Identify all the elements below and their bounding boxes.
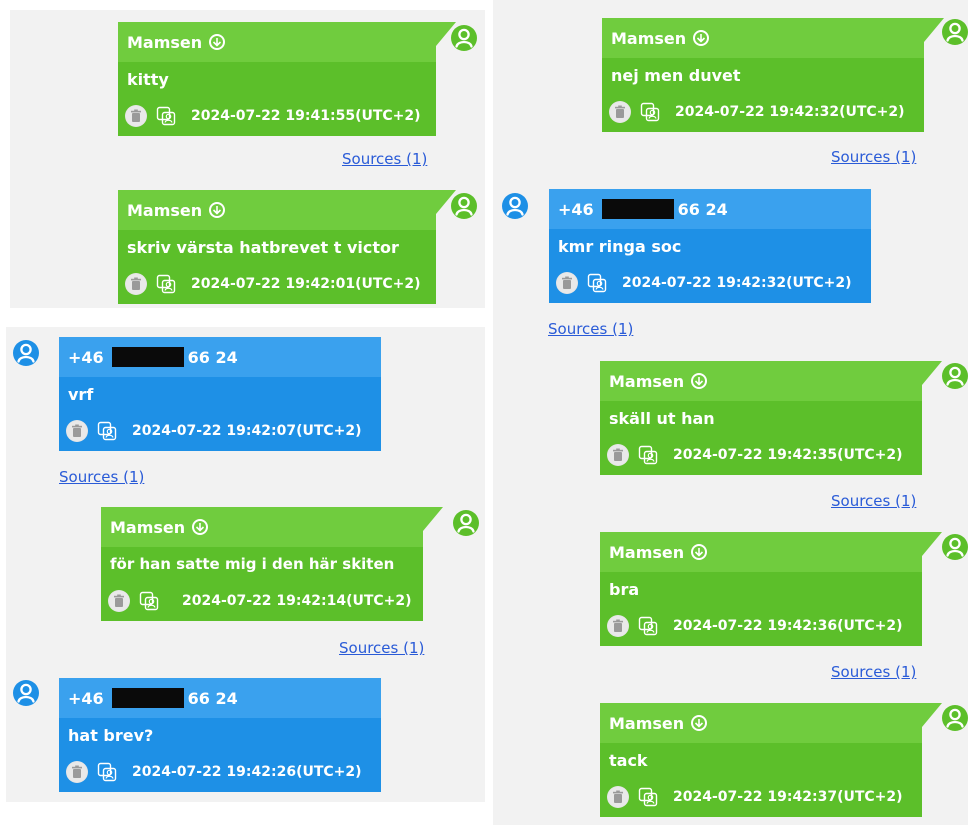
chat-panel-bottom-left: +46 66 24 vrf 2024-07-22 19:42:07(UTC+2) …: [6, 327, 485, 802]
forwarded-icon: [208, 201, 226, 219]
trash-icon[interactable]: [108, 590, 130, 612]
user-avatar-icon: [941, 704, 968, 732]
message-timestamp: 2024-07-22 19:42:01(UTC+2): [191, 276, 421, 292]
message-bubble: Mamsen skäll ut han 2024-07-22 19:42:35(…: [600, 361, 942, 475]
message-text: vrf: [68, 384, 94, 404]
copy-icon[interactable]: [637, 786, 659, 808]
trash-icon[interactable]: [556, 272, 578, 294]
message-text: kitty: [127, 69, 169, 89]
redaction-bar: [601, 199, 674, 219]
sender-name: Mamsen: [127, 32, 203, 52]
sender-name: Mamsen: [609, 371, 685, 391]
forwarded-icon: [208, 33, 226, 51]
forwarded-icon: [690, 543, 708, 561]
message-bubble: +46 66 24 vrf 2024-07-22 19:42:07(UTC+2): [59, 337, 381, 451]
message-bubble: Mamsen skriv värsta hatbrevet t victor 2…: [118, 190, 456, 304]
copy-icon[interactable]: [637, 444, 659, 466]
copy-icon[interactable]: [639, 101, 661, 123]
sender-number-suffix: 66 24: [677, 199, 728, 219]
copy-icon[interactable]: [586, 272, 608, 294]
sender-number-suffix: 66 24: [187, 347, 238, 367]
trash-icon[interactable]: [66, 420, 88, 442]
sources-link[interactable]: Sources (1): [831, 492, 916, 510]
message-bubble: +46 66 24 hat brev? 2024-07-22 19:42:26(U…: [59, 678, 381, 792]
message-text: för han satte mig i den här skiten: [110, 555, 395, 573]
user-avatar-icon: [941, 18, 968, 46]
message-timestamp: 2024-07-22 19:42:36(UTC+2): [673, 618, 903, 634]
copy-icon[interactable]: [96, 761, 118, 783]
trash-icon[interactable]: [607, 444, 629, 466]
chat-panel-top-left: Mamsen kitty 2024-07-22 19:41:55(UTC+2) …: [10, 10, 485, 308]
message-text: skäll ut han: [609, 408, 715, 428]
copy-icon[interactable]: [155, 105, 177, 127]
user-avatar-icon: [941, 362, 968, 390]
message-timestamp: 2024-07-22 19:42:32(UTC+2): [675, 104, 905, 120]
sender-number-prefix: +46: [558, 199, 594, 219]
trash-icon[interactable]: [609, 101, 631, 123]
sources-link[interactable]: Sources (1): [548, 320, 633, 338]
message-text: bra: [609, 579, 640, 599]
message-bubble: Mamsen bra 2024-07-22 19:42:36(UTC+2): [600, 532, 942, 646]
message-bubble: Mamsen tack 2024-07-22 19:42:37(UTC+2): [600, 703, 942, 817]
forwarded-icon: [690, 372, 708, 390]
message-text: kmr ringa soc: [558, 236, 682, 256]
message-timestamp: 2024-07-22 19:42:35(UTC+2): [673, 447, 903, 463]
sources-link[interactable]: Sources (1): [342, 150, 427, 168]
sender-name: Mamsen: [110, 517, 186, 537]
message-text: skriv värsta hatbrevet t victor: [127, 237, 399, 257]
sender-number-suffix: 66 24: [187, 688, 238, 708]
user-avatar-icon: [450, 24, 478, 52]
redaction-bar: [111, 688, 184, 708]
copy-icon[interactable]: [155, 273, 177, 295]
user-avatar-icon: [12, 339, 40, 367]
message-timestamp: 2024-07-22 19:42:14(UTC+2): [182, 593, 412, 609]
message-timestamp: 2024-07-22 19:42:32(UTC+2): [622, 275, 852, 291]
copy-icon[interactable]: [138, 590, 160, 612]
user-avatar-icon: [941, 533, 968, 561]
chat-panel-right: Mamsen nej men duvet 2024-07-22 19:42:32…: [493, 0, 968, 825]
trash-icon[interactable]: [125, 105, 147, 127]
message-timestamp: 2024-07-22 19:42:26(UTC+2): [132, 764, 362, 780]
sender-number-prefix: +46: [68, 688, 104, 708]
sources-link[interactable]: Sources (1): [831, 663, 916, 681]
message-text: tack: [609, 750, 648, 770]
sender-name: Mamsen: [611, 28, 687, 48]
forwarded-icon: [690, 714, 708, 732]
trash-icon[interactable]: [66, 761, 88, 783]
forwarded-icon: [692, 29, 710, 47]
copy-icon[interactable]: [637, 615, 659, 637]
message-bubble: +46 66 24 kmr ringa soc 2024-07-22 19:42:…: [549, 189, 871, 303]
sender-name: Mamsen: [609, 542, 685, 562]
message-bubble: Mamsen nej men duvet 2024-07-22 19:42:32…: [602, 18, 944, 132]
copy-icon[interactable]: [96, 420, 118, 442]
message-text: nej men duvet: [611, 65, 741, 85]
sender-name: Mamsen: [127, 200, 203, 220]
message-bubble: Mamsen kitty 2024-07-22 19:41:55(UTC+2): [118, 22, 456, 136]
message-text: hat brev?: [68, 725, 154, 745]
user-avatar-icon: [450, 192, 478, 220]
trash-icon[interactable]: [607, 615, 629, 637]
message-timestamp: 2024-07-22 19:42:37(UTC+2): [673, 789, 903, 805]
user-avatar-icon: [501, 192, 529, 220]
trash-icon[interactable]: [607, 786, 629, 808]
user-avatar-icon: [12, 679, 40, 707]
sources-link[interactable]: Sources (1): [59, 468, 144, 486]
sources-link[interactable]: Sources (1): [339, 639, 424, 657]
trash-icon[interactable]: [125, 273, 147, 295]
message-timestamp: 2024-07-22 19:42:07(UTC+2): [132, 423, 362, 439]
sender-number-prefix: +46: [68, 347, 104, 367]
sender-name: Mamsen: [609, 713, 685, 733]
sources-link[interactable]: Sources (1): [831, 148, 916, 166]
message-timestamp: 2024-07-22 19:41:55(UTC+2): [191, 108, 421, 124]
user-avatar-icon: [452, 509, 480, 537]
message-bubble: Mamsen för han satte mig i den här skite…: [101, 507, 443, 621]
redaction-bar: [111, 347, 184, 367]
forwarded-icon: [191, 518, 209, 536]
